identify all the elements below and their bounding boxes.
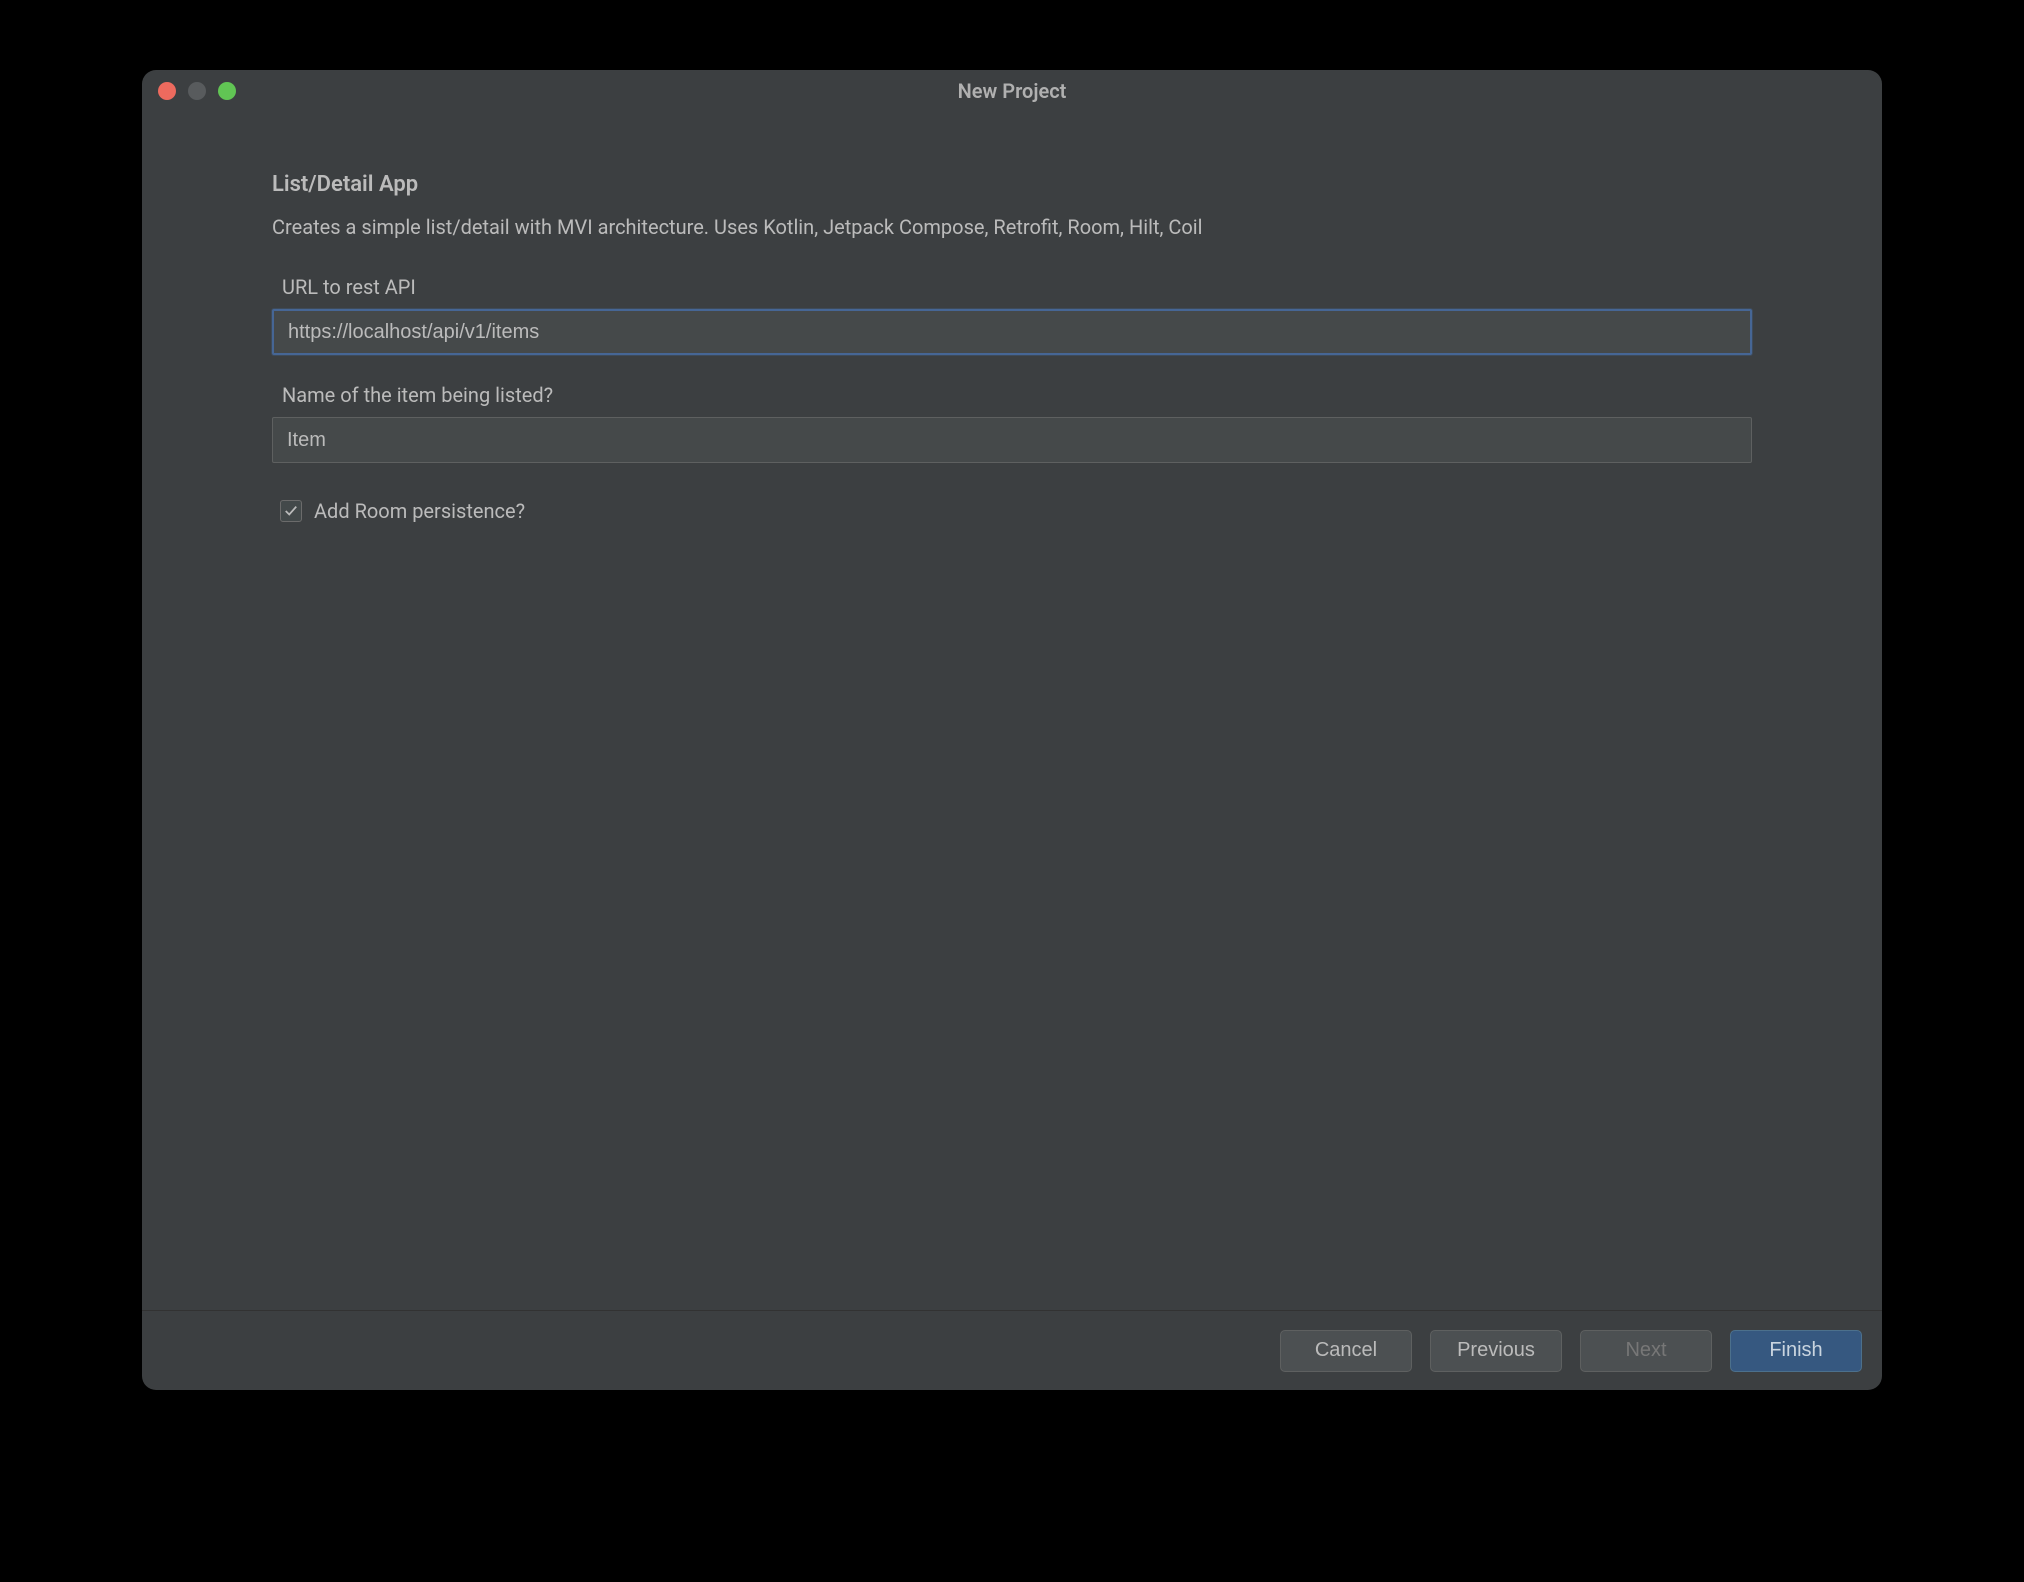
- window-title: New Project: [142, 79, 1882, 103]
- dialog-footer: Cancel Previous Next Finish: [142, 1310, 1882, 1390]
- titlebar: New Project: [142, 70, 1882, 112]
- page-heading: List/Detail App: [272, 172, 1752, 197]
- page-description: Creates a simple list/detail with MVI ar…: [272, 215, 1752, 239]
- minimize-icon[interactable]: [188, 82, 206, 100]
- next-button: Next: [1580, 1330, 1712, 1372]
- previous-button[interactable]: Previous: [1430, 1330, 1562, 1372]
- close-icon[interactable]: [158, 82, 176, 100]
- dialog-window: New Project List/Detail App Creates a si…: [142, 70, 1882, 1390]
- cancel-button[interactable]: Cancel: [1280, 1330, 1412, 1372]
- dialog-content: List/Detail App Creates a simple list/de…: [142, 112, 1882, 1310]
- item-name-field-label: Name of the item being listed?: [282, 383, 1752, 407]
- item-name-input[interactable]: [272, 417, 1752, 463]
- maximize-icon[interactable]: [218, 82, 236, 100]
- room-persistence-row: Add Room persistence?: [280, 499, 1752, 523]
- url-field-label: URL to rest API: [282, 275, 1752, 299]
- room-persistence-label: Add Room persistence?: [314, 499, 525, 523]
- window-controls: [158, 82, 236, 100]
- checkmark-icon: [284, 504, 298, 518]
- finish-button[interactable]: Finish: [1730, 1330, 1862, 1372]
- room-persistence-checkbox[interactable]: [280, 500, 302, 522]
- url-input[interactable]: [272, 309, 1752, 355]
